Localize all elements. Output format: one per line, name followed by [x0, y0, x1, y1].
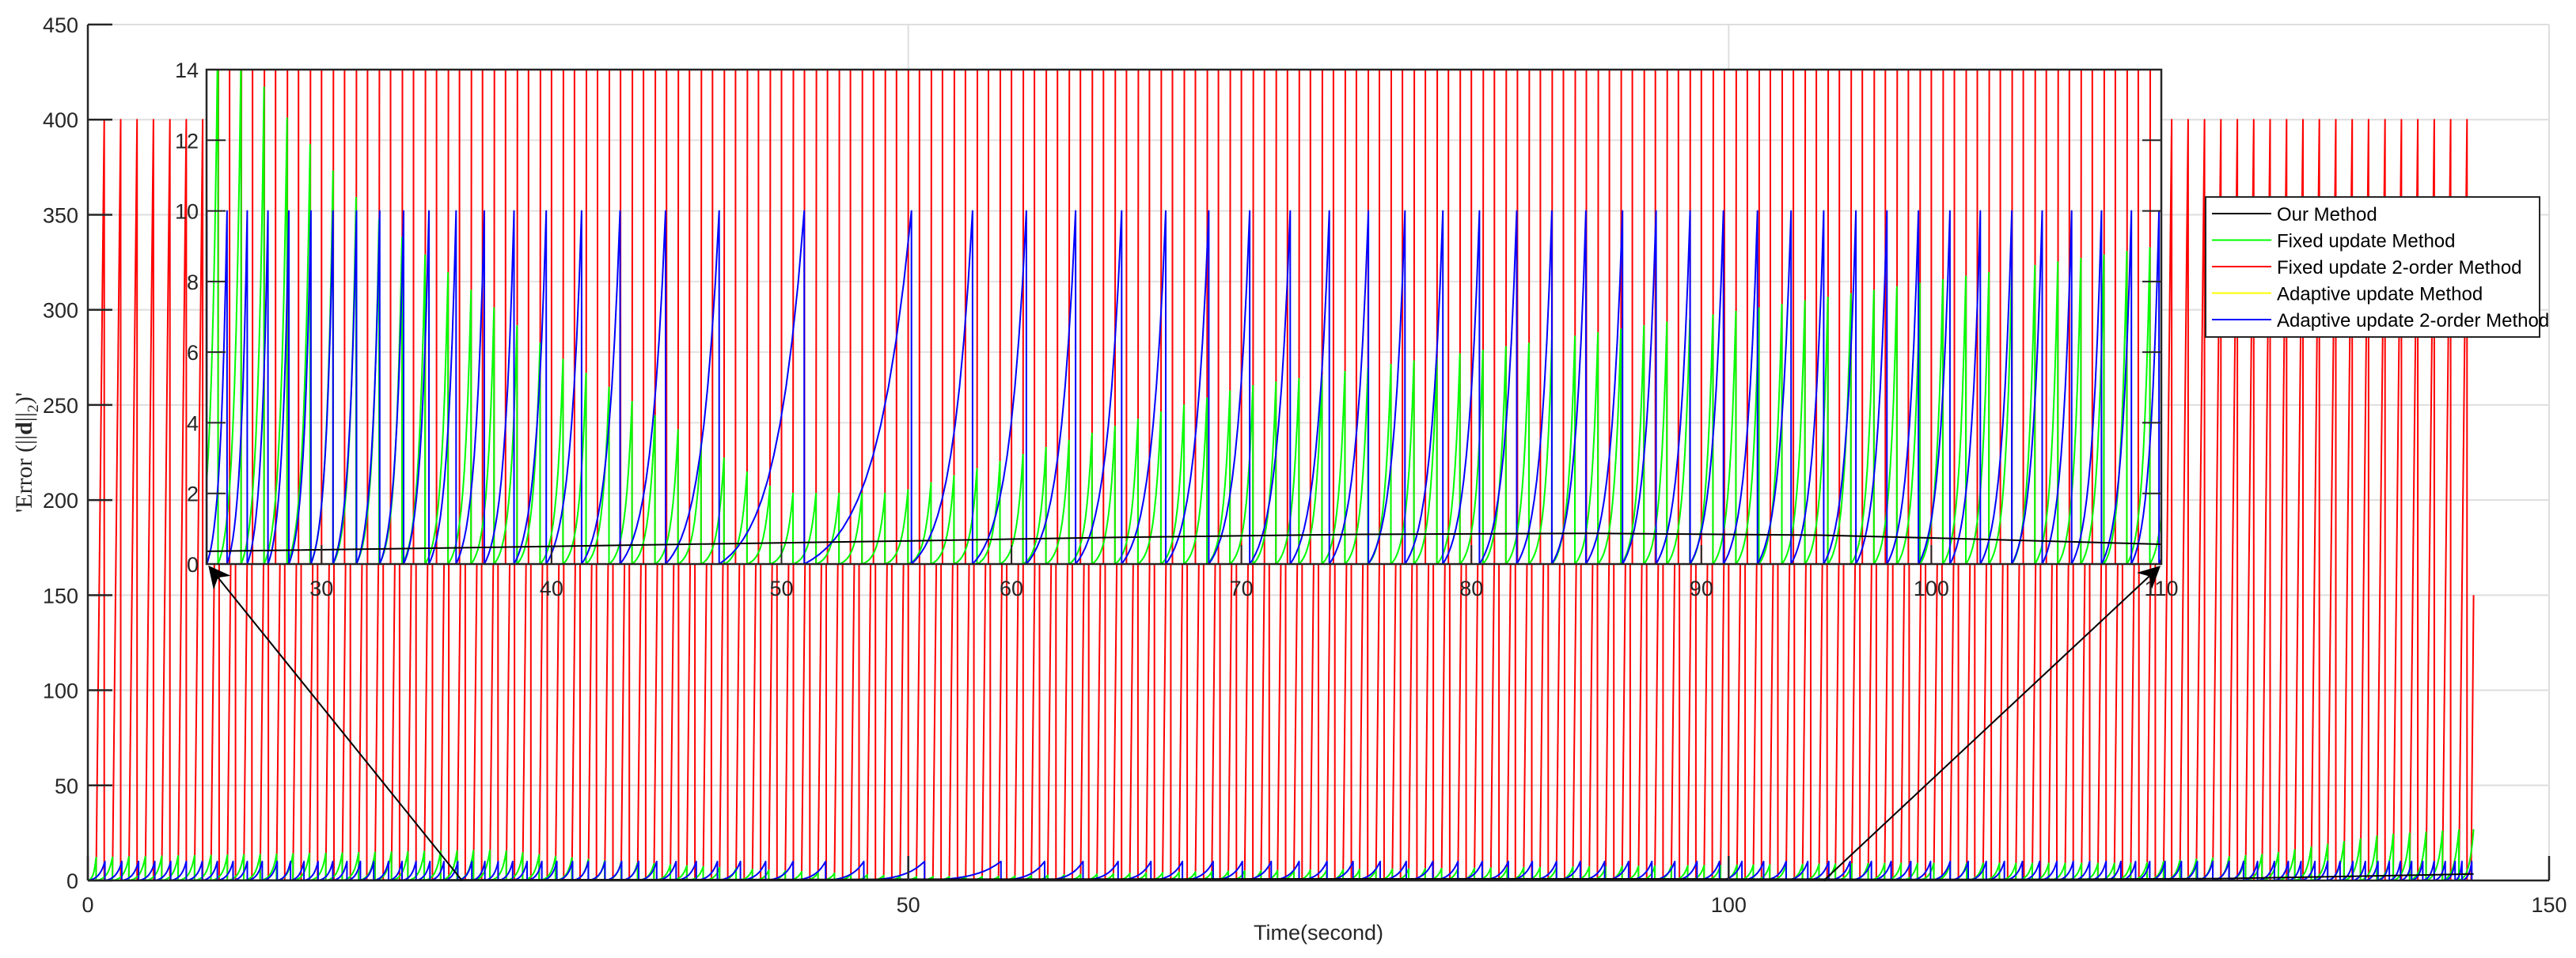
inset-y-tick-label: 12: [175, 129, 199, 153]
inset-x-tick-label: 100: [1914, 577, 1949, 600]
legend-label: Adaptive update 2-order Method: [2277, 310, 2549, 331]
inset-y-tick-label: 14: [175, 59, 199, 82]
error-vs-time-chart: 0501001502002503003504004500 50 100 150 024…: [11, 13, 2567, 945]
main-y-tick-label: 200: [43, 489, 78, 513]
x-axis-label: Time(second): [1254, 921, 1383, 945]
main-x-tick-label: 150: [2531, 893, 2567, 917]
inset-x-tick-label: 30: [309, 577, 333, 600]
inset-x-tick-label: 60: [1000, 577, 1023, 600]
inset-y-tick-label: 0: [187, 553, 199, 577]
inset-x-tick-label: 50: [769, 577, 793, 600]
legend-label: Our Method: [2277, 204, 2377, 225]
legend-label: Fixed update Method: [2277, 231, 2455, 252]
inset-x-tick-label: 40: [540, 577, 563, 600]
y-axis-label: 'Error (||d||2)': [11, 392, 42, 513]
main-y-tick-label: 100: [43, 680, 78, 703]
inset-x-tick-label: 90: [1690, 577, 1713, 600]
main-y-tick-label: 150: [43, 584, 78, 608]
main-x-tick-label: 0: [82, 893, 93, 917]
main-series-1-line: [88, 829, 2475, 880]
inset-x-tick-label: 70: [1230, 577, 1254, 600]
main-y-tick-label: 300: [43, 299, 78, 323]
legend-label: Fixed update 2-order Method: [2277, 257, 2522, 278]
zoom-annotation-arrows: [208, 565, 2161, 881]
legend-label: Adaptive update Method: [2277, 284, 2483, 305]
inset-zoom-axes: 0 2 4 6 8 10 12 14 30 40 50 60 70 80 90 100 110: [175, 59, 2179, 600]
inset-y-tick-label: 4: [187, 411, 199, 435]
main-x-tick-label: 100: [1711, 893, 1747, 917]
main-y-tick-label: 450: [43, 13, 78, 37]
inset-x-tick-label: 80: [1459, 577, 1483, 600]
inset-y-tick-label: 6: [187, 341, 199, 365]
main-y-tick-label: 250: [43, 394, 78, 418]
arrow-to-inset-left: [208, 565, 463, 881]
inset-y-tick-label: 8: [187, 271, 199, 294]
main-y-tick-label: 50: [55, 774, 78, 798]
main-y-tick-label: 400: [43, 108, 78, 132]
main-y-tick-label: 350: [43, 203, 78, 227]
legend: Our Method Fixed update Method Fixed updat…: [2205, 196, 2549, 338]
main-x-tick-label: 50: [897, 893, 920, 917]
inset-x-tick-label: 110: [2144, 577, 2178, 600]
main-y-tick-label: 0: [66, 869, 78, 893]
inset-y-tick-label: 2: [187, 483, 199, 506]
inset-y-tick-label: 10: [175, 200, 199, 224]
